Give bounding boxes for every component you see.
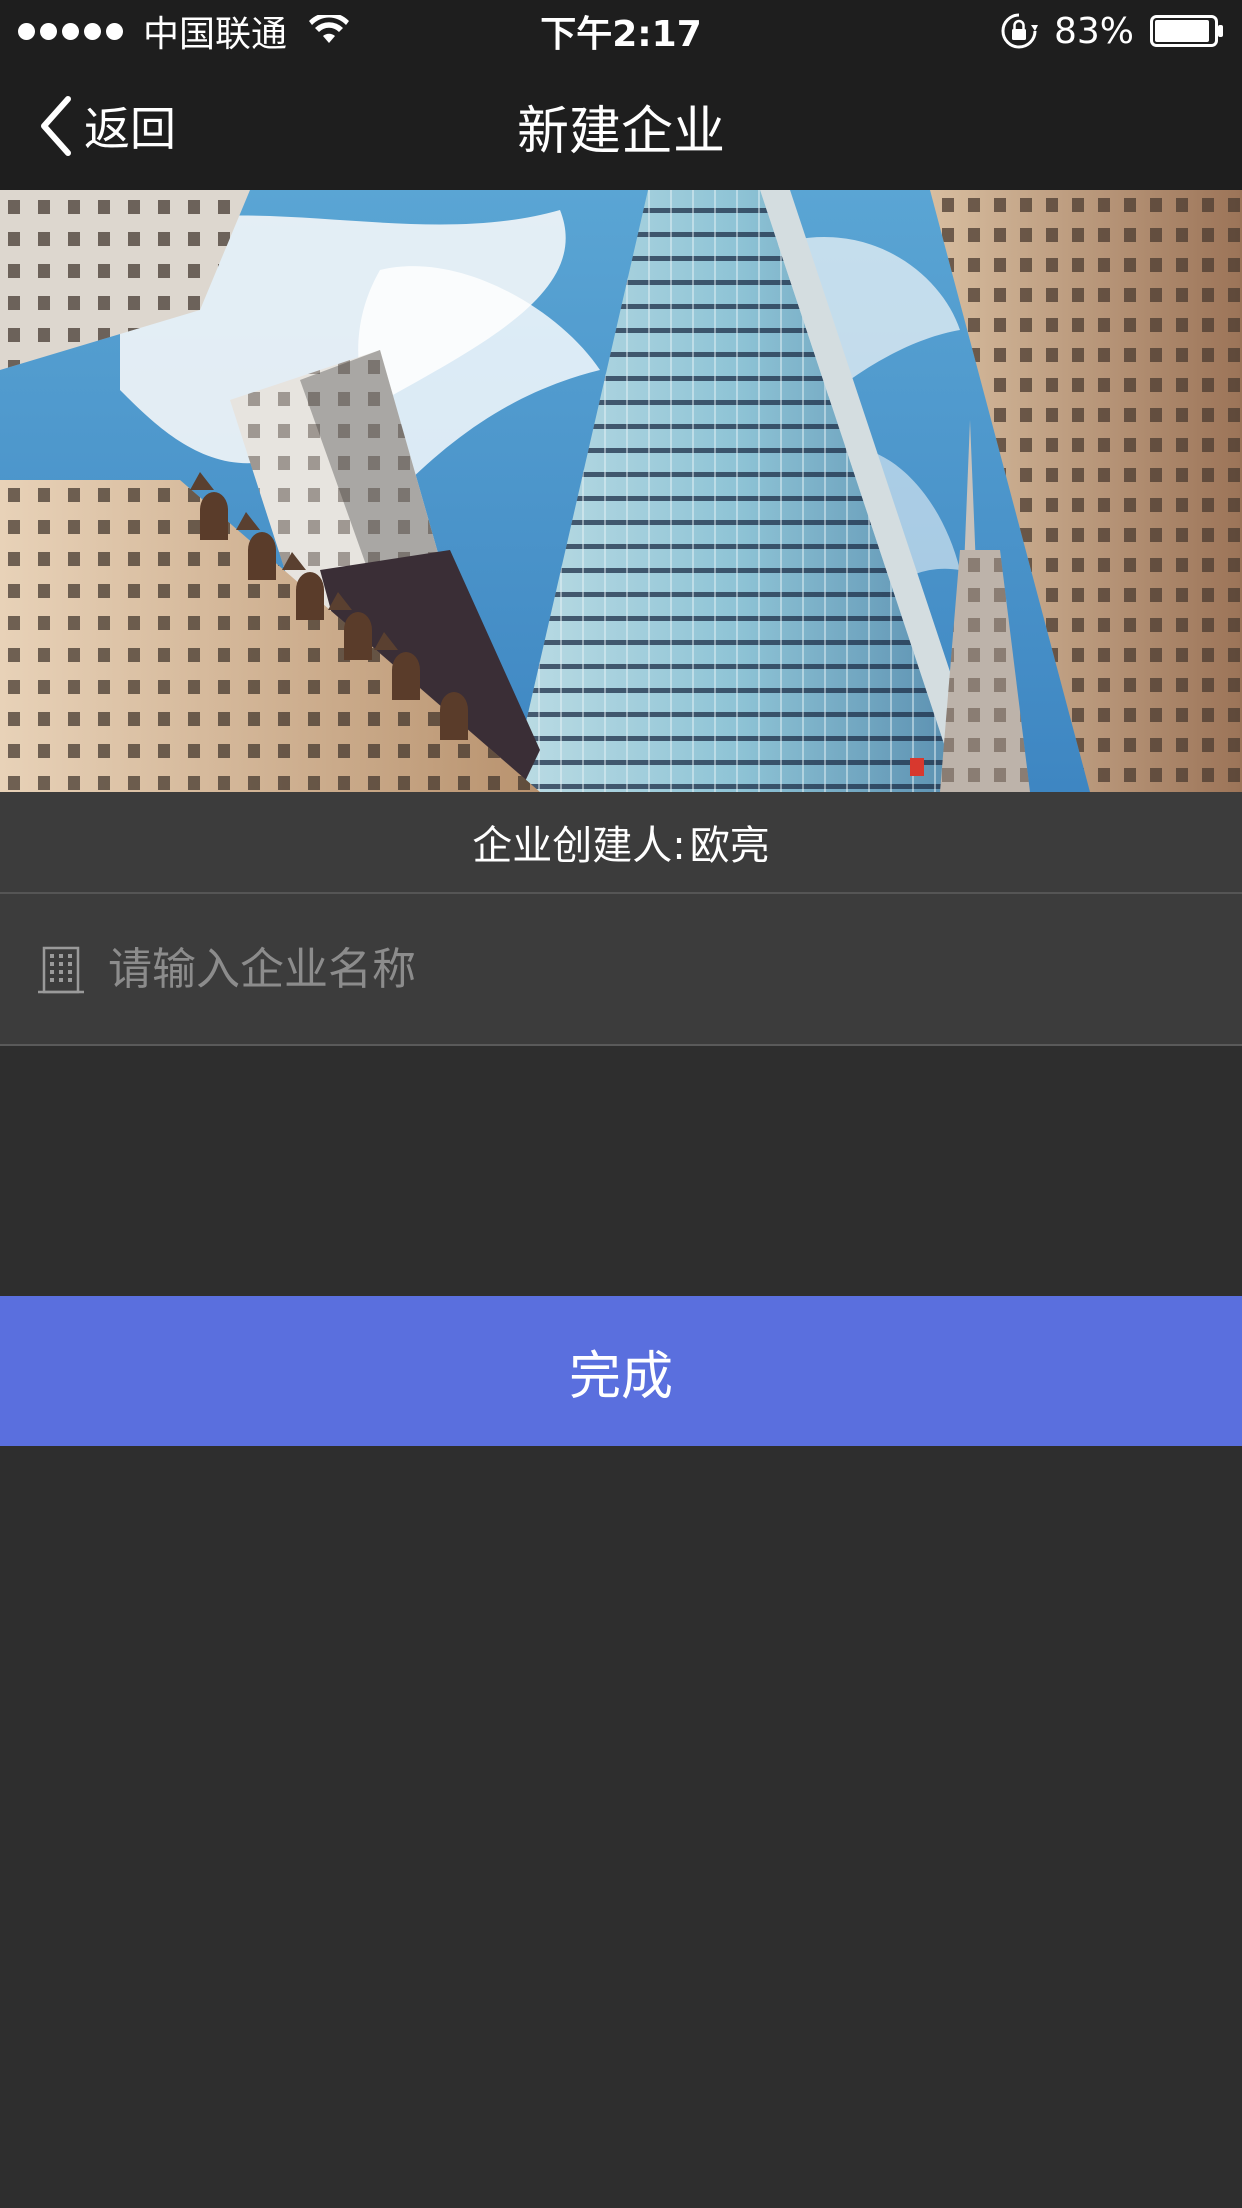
page-title: 新建企业 (516, 101, 725, 162)
rotation-lock-icon (1001, 13, 1038, 49)
battery-icon (1150, 15, 1223, 47)
navigation-bar: 返回 新建企业 (0, 62, 1242, 190)
battery-percent: 83% (1053, 10, 1134, 52)
app-screen: 中国联通 下午2:17 83% 返回 新建企业 企业创建人: 欧亮 请输入企业名… (0, 0, 1242, 2208)
city-skyscraper-photo (0, 190, 1242, 792)
creator-label: 企业创建人: (472, 823, 686, 869)
building-icon (38, 946, 84, 994)
company-name-input[interactable] (108, 929, 1188, 1009)
creator-name: 欧亮 (689, 823, 770, 869)
status-bar: 中国联通 下午2:17 83% (0, 0, 1242, 62)
status-right: 83% (1000, 0, 1224, 62)
company-name-field[interactable] (0, 894, 1242, 1046)
creator-info: 企业创建人: 欧亮 (0, 792, 1242, 894)
done-button[interactable]: 完成 (0, 1296, 1242, 1446)
